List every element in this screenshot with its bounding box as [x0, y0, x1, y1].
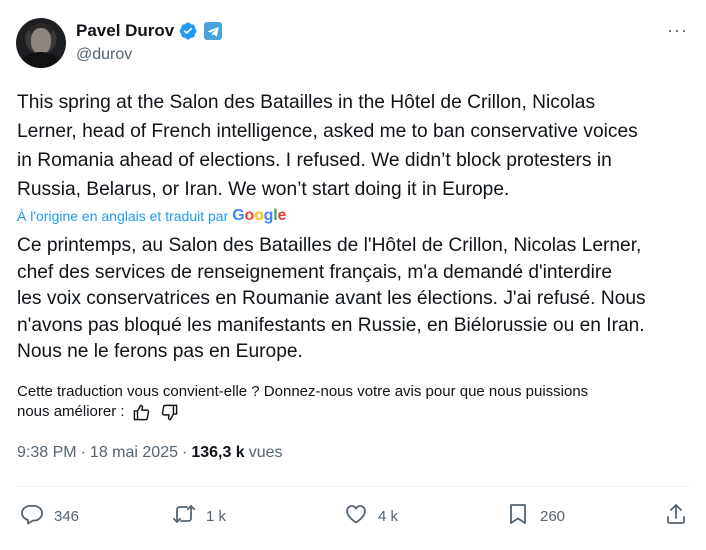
author-handle[interactable]: @durov — [76, 46, 132, 64]
action-bar: 346 1 k 4 k 260 — [16, 502, 692, 534]
divider — [16, 486, 690, 487]
tweet-header: Pavel Durov @durov ··· — [16, 14, 694, 70]
meta-separator: · — [80, 444, 86, 461]
repost-button[interactable]: 1 k — [172, 502, 226, 530]
telegram-affiliate-icon[interactable] — [204, 22, 223, 40]
bookmark-count: 260 — [540, 507, 566, 525]
thumbs-up-icon[interactable] — [131, 402, 153, 422]
like-count: 4 k — [378, 507, 399, 525]
share-button[interactable] — [664, 502, 688, 530]
reply-button[interactable]: 346 — [20, 502, 79, 530]
reply-count: 346 — [54, 507, 80, 525]
heart-icon — [344, 502, 368, 530]
views-count: 136,3 k — [191, 444, 245, 461]
tweet-translation: Ce printemps, au Salon des Batailles de … — [17, 235, 646, 362]
tweet-text: This spring at the Salon des Batailles i… — [17, 92, 638, 200]
like-button[interactable]: 4 k — [344, 502, 398, 530]
translation-note[interactable]: À l'origine en anglais et traduit par — [17, 208, 228, 224]
thumbs-down-icon[interactable] — [159, 402, 181, 422]
translation-attribution[interactable]: À l'origine en anglais et traduit par Go… — [17, 207, 286, 225]
tweet-metadata: 9:38 PM · 18 mai 2025 · 136,3 k vues — [17, 444, 283, 462]
meta-separator: · — [181, 444, 188, 461]
repost-count: 1 k — [206, 507, 227, 525]
post-time[interactable]: 9:38 PM — [17, 444, 77, 462]
author-name[interactable]: Pavel Durov — [76, 20, 174, 42]
more-options-icon[interactable]: ··· — [667, 21, 688, 39]
google-logo: Google — [232, 207, 287, 224]
reply-icon — [20, 502, 44, 530]
views-label: vues — [248, 444, 283, 461]
bookmark-icon — [506, 502, 530, 530]
translation-feedback: Cette traduction vous convient-elle ? Do… — [17, 382, 687, 422]
verified-badge-icon[interactable] — [178, 21, 198, 41]
feedback-prompt-line1: Cette traduction vous convient-elle ? Do… — [17, 383, 589, 400]
author-name-row: Pavel Durov — [76, 20, 223, 42]
share-icon — [664, 502, 688, 530]
bookmark-button[interactable]: 260 — [506, 502, 565, 530]
feedback-prompt-line2: nous améliorer : — [17, 403, 125, 420]
avatar[interactable] — [16, 18, 66, 68]
repost-icon — [172, 502, 196, 530]
post-date[interactable]: 18 mai 2025 — [90, 444, 178, 462]
